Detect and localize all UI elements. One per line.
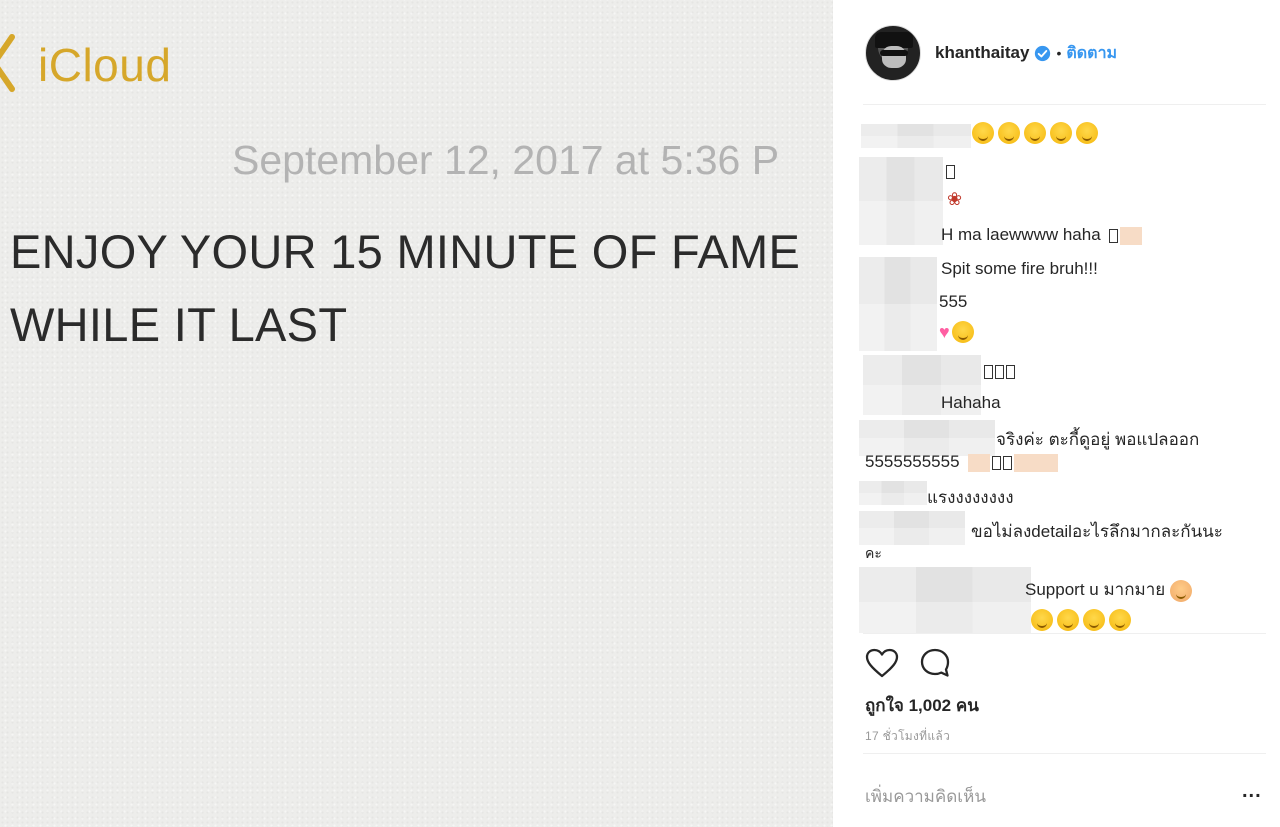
comment-row: H ma laewwww haha bbox=[941, 225, 1143, 245]
comment-text: ขอไม่ลงdetailอะไรลึกมากละกันนะ bbox=[971, 522, 1223, 541]
comment-text: Spit some fire bruh!!! bbox=[941, 259, 1098, 278]
instagram-panel: khanthaitay • ติดตาม ❀ H ma laewwww haha… bbox=[833, 0, 1280, 827]
emoji-icon bbox=[1076, 122, 1098, 144]
comment-emoji-row bbox=[972, 122, 1102, 144]
username-link[interactable]: khanthaitay bbox=[935, 43, 1029, 63]
note-line-1: ENJOY YOUR 15 MINUTE OF FAME bbox=[10, 225, 801, 278]
note-date: September 12, 2017 at 5:36 P bbox=[232, 137, 780, 183]
blurred-avatar bbox=[859, 257, 937, 351]
note-line-2: WHILE IT LAST bbox=[10, 298, 348, 351]
emoji-icon bbox=[1109, 609, 1131, 631]
comments-list[interactable]: ❀ H ma laewwww haha Spit some fire bruh!… bbox=[833, 115, 1280, 633]
comment-text: คะ bbox=[865, 545, 882, 561]
comment-text: แรงงงงงงงง bbox=[927, 488, 1014, 507]
missing-glyph-icon bbox=[984, 361, 1017, 381]
blurred-username bbox=[861, 124, 971, 148]
comment-text: จริงค่ะ ตะกี้ดูอยู่ พอแปลออก bbox=[996, 430, 1200, 449]
note-body[interactable]: ENJOY YOUR 15 MINUTE OF FAME WHILE IT LA… bbox=[10, 215, 833, 361]
header-divider bbox=[863, 104, 1266, 105]
post-actions bbox=[865, 646, 971, 680]
blurred-avatar bbox=[859, 567, 1031, 633]
follow-button[interactable]: ติดตาม bbox=[1066, 41, 1117, 66]
comment-row: Support u มากมาย bbox=[1025, 576, 1196, 603]
blurred-username bbox=[859, 420, 995, 456]
back-chevron-icon[interactable] bbox=[0, 33, 36, 93]
emoji-icon bbox=[998, 122, 1020, 144]
comment-text: 555 bbox=[939, 292, 968, 311]
post-timestamp[interactable]: 17 ชั่วโมงที่แล้ว bbox=[865, 727, 950, 746]
emoji-icon bbox=[1031, 609, 1053, 631]
comment-text: H ma laewwww haha bbox=[941, 225, 1101, 244]
emoji-icon bbox=[1050, 122, 1072, 144]
emoji-icon bbox=[1083, 609, 1105, 631]
comment-text: Hahaha bbox=[941, 393, 1001, 412]
comment-icon[interactable] bbox=[919, 647, 951, 679]
blurred-username bbox=[859, 481, 927, 505]
emoji-icon bbox=[1024, 122, 1046, 144]
hearts-icon: ♥ bbox=[939, 321, 950, 342]
separator-dot: • bbox=[1056, 45, 1062, 61]
avatar[interactable] bbox=[865, 25, 921, 81]
emoji-icon bbox=[1057, 609, 1079, 631]
add-comment-input[interactable]: เพิ่มความคิดเห็น bbox=[865, 783, 986, 810]
comment-emoji-row bbox=[1031, 609, 1135, 631]
comment-emoji-row: ♥ bbox=[939, 321, 978, 343]
comments-divider bbox=[863, 633, 1266, 634]
more-options-icon[interactable]: ... bbox=[1242, 780, 1262, 803]
blurred-username bbox=[859, 511, 965, 545]
likes-count[interactable]: ถูกใจ 1,002 คน bbox=[865, 692, 979, 719]
post-header: khanthaitay • ติดตาม bbox=[865, 25, 1265, 81]
comment-row: 5555555555 bbox=[865, 452, 1059, 472]
heart-icon[interactable] bbox=[865, 648, 899, 678]
back-button-label[interactable]: iCloud bbox=[38, 38, 171, 92]
footer-divider bbox=[863, 753, 1266, 754]
notes-panel: iCloud September 12, 2017 at 5:36 P ENJO… bbox=[0, 0, 833, 827]
comment-text: 5555555555 bbox=[865, 452, 960, 471]
missing-glyph-icon bbox=[946, 161, 957, 181]
emoji-icon bbox=[951, 321, 974, 343]
comment-text: Support u มากมาย bbox=[1025, 580, 1166, 599]
emoji-icon bbox=[1169, 579, 1192, 602]
verified-badge-icon bbox=[1035, 45, 1051, 61]
emoji-icon bbox=[972, 122, 994, 144]
rose-icon: ❀ bbox=[947, 189, 963, 209]
blurred-avatar bbox=[859, 157, 943, 245]
